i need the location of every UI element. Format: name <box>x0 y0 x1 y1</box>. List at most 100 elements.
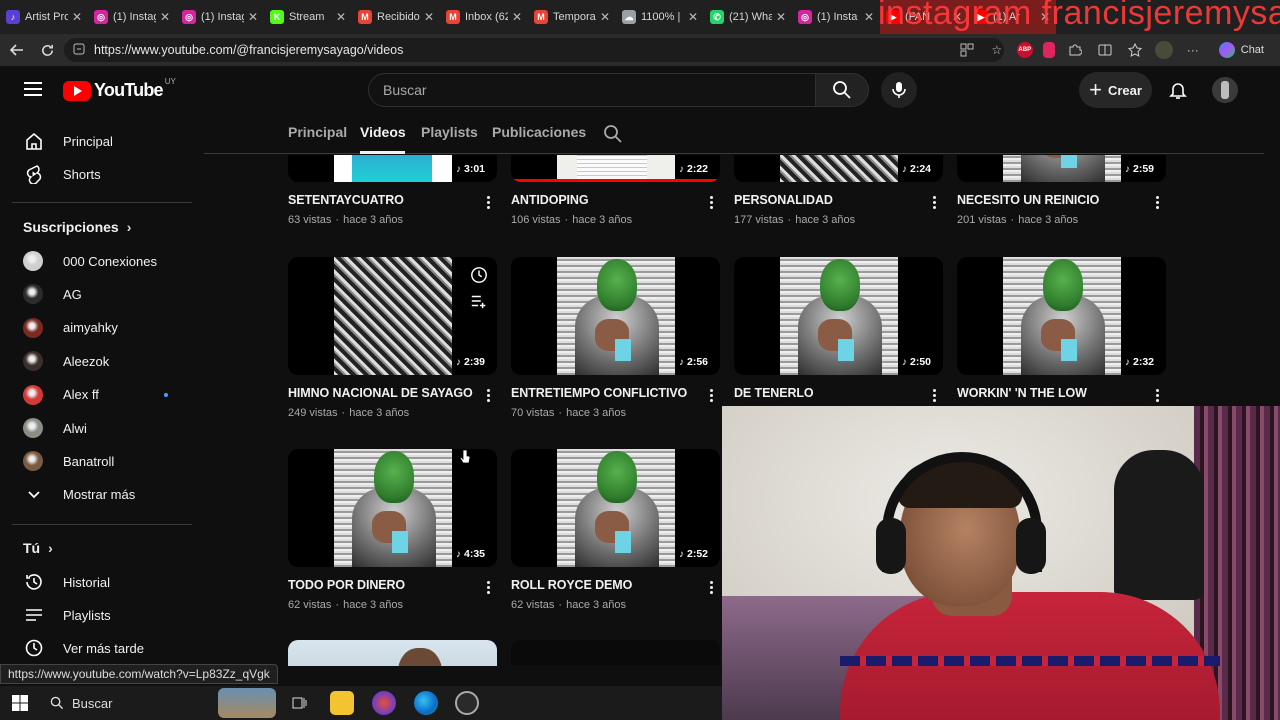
video-thumbnail[interactable]: ♪ 2:52 <box>511 449 720 567</box>
subscriptions-header[interactable]: Suscripciones › <box>23 219 131 235</box>
sidebar-item-home[interactable]: Principal <box>12 123 188 159</box>
close-tab-icon[interactable]: ✕ <box>512 10 522 24</box>
browser-tab[interactable]: K Stream ✕ <box>264 0 352 34</box>
you-header[interactable]: Tú › <box>23 540 53 556</box>
video-card[interactable]: ♪ 2:50 DE TENERLO <box>734 257 944 427</box>
sidebar-item-watch-later[interactable]: Ver más tarde <box>12 630 188 666</box>
video-thumbnail[interactable]: ♪ 2:32 <box>957 257 1166 375</box>
video-thumbnail[interactable]: ♪ 2:22 <box>511 155 720 182</box>
windows-start-icon[interactable] <box>0 686 40 720</box>
close-tab-icon[interactable]: ✕ <box>952 10 962 24</box>
video-thumbnail[interactable]: ♪ 4:35 <box>288 449 497 567</box>
more-actions-icon[interactable] <box>703 578 719 596</box>
video-title[interactable]: WORKIN' 'N THE LOW <box>957 386 1087 400</box>
video-thumbnail[interactable]: ♪ 2:59 <box>957 155 1166 182</box>
file-explorer-icon[interactable] <box>330 691 354 715</box>
adblock-extension-icon[interactable]: ABP <box>1016 42 1033 58</box>
video-title[interactable]: ENTRETIEMPO CONFLICTIVO <box>511 386 687 400</box>
channel-search-icon[interactable] <box>603 124 623 144</box>
sidebar-item-playlists[interactable]: Playlists <box>12 597 188 633</box>
edge-browser-icon[interactable] <box>414 691 438 715</box>
video-thumbnail[interactable]: ♪ 2:24 <box>734 155 943 182</box>
close-tab-icon[interactable]: ✕ <box>864 10 874 24</box>
video-title[interactable]: TODO POR DINERO <box>288 578 405 592</box>
browser-tab[interactable]: ▶ (1) Ar ✕ <box>968 0 1056 34</box>
more-options-icon[interactable]: ··· <box>1183 40 1203 60</box>
video-title[interactable]: NECESITO UN REINICIO <box>957 193 1099 207</box>
search-input[interactable]: Buscar <box>368 73 816 107</box>
close-tab-icon[interactable]: ✕ <box>776 10 786 24</box>
notifications-bell-icon[interactable] <box>1164 76 1192 104</box>
more-actions-icon[interactable] <box>480 193 496 211</box>
close-tab-icon[interactable]: ✕ <box>248 10 258 24</box>
video-title[interactable]: HIMNO NACIONAL DE SAYAGO <box>288 386 473 400</box>
close-tab-icon[interactable]: ✕ <box>424 10 434 24</box>
close-tab-icon[interactable]: ✕ <box>160 10 170 24</box>
apps-icon[interactable] <box>957 40 977 60</box>
split-screen-icon[interactable] <box>1095 40 1115 60</box>
video-title[interactable]: SETENTAYCUATRO <box>288 193 404 207</box>
obs-recorder-icon[interactable] <box>455 691 479 715</box>
address-bar[interactable]: https://www.youtube.com/@francisjeremysa… <box>64 38 1004 62</box>
subscription-item[interactable]: Alwi <box>12 410 188 446</box>
browser-tab[interactable]: ♪ Artist Pro ✕ <box>0 0 88 34</box>
browser-tab[interactable]: ▶ (FAÑ ✕ <box>880 0 968 34</box>
profile-avatar-icon[interactable] <box>1154 41 1173 59</box>
close-tab-icon[interactable]: ✕ <box>72 10 82 24</box>
tab-videos[interactable]: Videos <box>360 124 406 140</box>
app-icon[interactable] <box>372 691 396 715</box>
more-actions-icon[interactable] <box>480 386 496 404</box>
tab-playlists[interactable]: Playlists <box>421 124 478 140</box>
search-button[interactable] <box>815 73 869 107</box>
account-avatar[interactable] <box>1212 77 1238 103</box>
more-actions-icon[interactable] <box>1149 193 1165 211</box>
close-tab-icon[interactable]: ✕ <box>336 10 346 24</box>
tab-principal[interactable]: Principal <box>288 124 347 140</box>
video-thumbnail-partial[interactable] <box>288 640 497 666</box>
subscription-item[interactable]: Alex ff <box>12 377 188 413</box>
more-actions-icon[interactable] <box>1149 386 1165 404</box>
sidebar-item-shorts[interactable]: Shorts <box>12 156 188 192</box>
video-card[interactable]: ♪ 4:35 TODO POR DINERO 62 vistas · hace 3 año… <box>288 449 498 619</box>
video-card[interactable]: ♪ 2:52 ROLL ROYCE DEMO 62 vistas · hace 3 año… <box>511 449 721 619</box>
more-actions-icon[interactable] <box>703 386 719 404</box>
youtube-logo[interactable]: YouTube UY <box>63 77 176 101</box>
video-card[interactable]: ♪ 2:32 WORKIN' 'N THE LOW <box>957 257 1167 427</box>
create-button[interactable]: + Crear <box>1079 72 1152 108</box>
video-thumbnail-partial[interactable] <box>511 640 720 666</box>
extensions-puzzle-icon[interactable] <box>1065 40 1085 60</box>
video-card[interactable]: ♪ 2:59 NECESITO UN REINICIO 201 vistas · hace… <box>957 155 1167 234</box>
video-title[interactable]: ANTIDOPING <box>511 193 589 207</box>
menu-hamburger-icon[interactable] <box>22 78 44 100</box>
browser-tab[interactable]: ◎ (1) Insta ✕ <box>792 0 880 34</box>
browser-tab[interactable]: M Recibidos ✕ <box>352 0 440 34</box>
video-card[interactable]: ♪ 2:22 ANTIDOPING 106 vistas · hace 3 años <box>511 155 721 234</box>
shield-extension-icon[interactable] <box>1042 42 1055 58</box>
video-thumbnail[interactable]: ♪ 2:56 <box>511 257 720 375</box>
close-tab-icon[interactable]: ✕ <box>688 10 698 24</box>
video-title[interactable]: DE TENERLO <box>734 386 814 400</box>
browser-tab[interactable]: ☁ 1100% | N ✕ <box>616 0 704 34</box>
subscription-item[interactable]: aimyahky <box>12 310 188 346</box>
more-actions-icon[interactable] <box>703 193 719 211</box>
browser-tab[interactable]: ✆ (21) What ✕ <box>704 0 792 34</box>
video-card[interactable]: ♪ 2:56 ENTRETIEMPO CONFLICTIVO 70 vistas · ha… <box>511 257 721 427</box>
tab-publicaciones[interactable]: Publicaciones <box>492 124 586 140</box>
task-view-icon[interactable] <box>288 691 312 715</box>
video-thumbnail[interactable]: ♪ 2:39 <box>288 257 497 375</box>
sidebar-item-history[interactable]: Historial <box>12 564 188 600</box>
video-thumbnail[interactable]: ♪ 2:50 <box>734 257 943 375</box>
browser-tab[interactable]: M Inbox (62 ✕ <box>440 0 528 34</box>
subscription-item[interactable]: Banatroll <box>12 443 188 479</box>
browser-tab[interactable]: ◎ (1) Instag ✕ <box>88 0 176 34</box>
close-tab-icon[interactable]: ✕ <box>600 10 610 24</box>
more-actions-icon[interactable] <box>480 578 496 596</box>
subscription-item[interactable]: 000 Conexiones <box>12 243 188 279</box>
add-to-queue-icon[interactable] <box>469 291 489 311</box>
copilot-chat-button[interactable]: Chat <box>1213 42 1270 58</box>
video-card[interactable]: ♪ 2:39 HIMNO NACIONAL DE SAYAGO 249 vistas ·… <box>288 257 498 427</box>
browser-tab[interactable]: ◎ (1) Instag ✕ <box>176 0 264 34</box>
video-title[interactable]: PERSONALIDAD <box>734 193 833 207</box>
watch-later-icon[interactable] <box>469 265 489 285</box>
video-card[interactable]: ♪ 2:24 PERSONALIDAD 177 vistas · hace 3 años <box>734 155 944 234</box>
